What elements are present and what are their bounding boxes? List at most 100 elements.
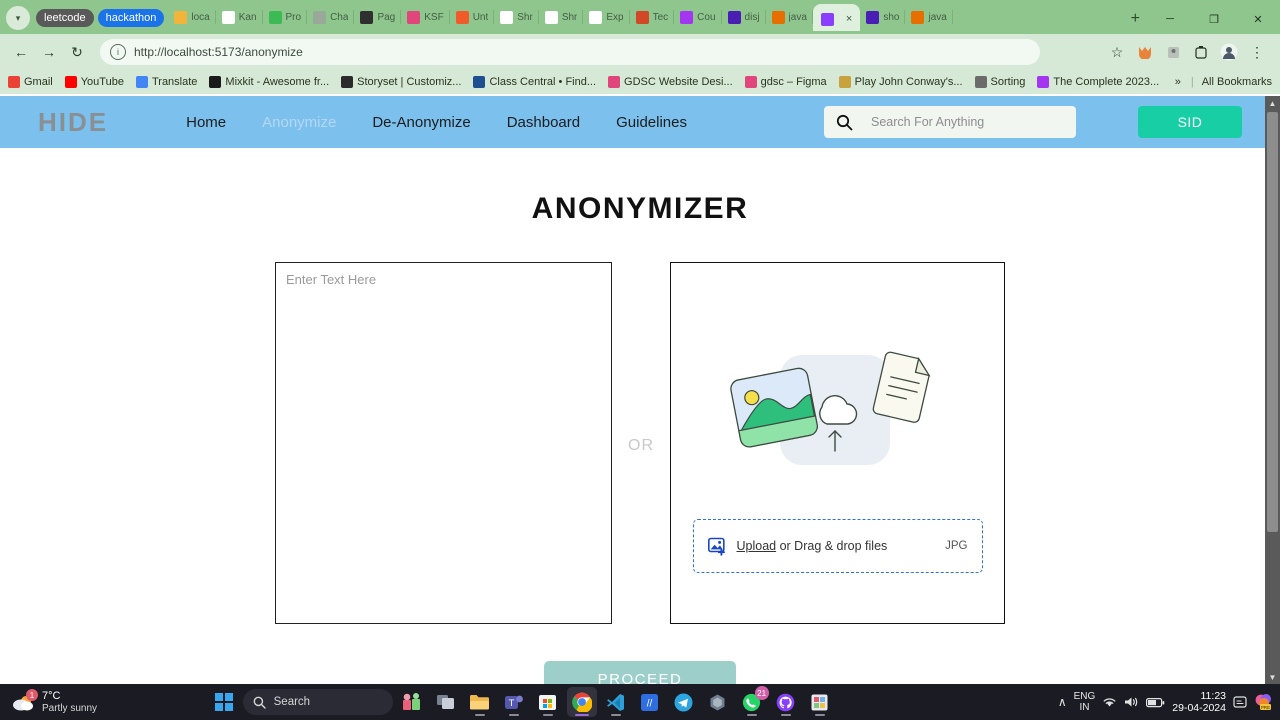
- browser-tab[interactable]: KSF: [401, 3, 450, 31]
- upload-panel[interactable]: Upload or Drag & drop files JPG: [670, 262, 1005, 624]
- taskbar-app-telegram[interactable]: [669, 687, 699, 717]
- browser-tab[interactable]: Shr: [539, 3, 584, 31]
- browser-tab[interactable]: java: [905, 3, 953, 31]
- browser-tab[interactable]: Pro: [263, 3, 308, 31]
- nav-link-anonymize[interactable]: Anonymize: [262, 114, 336, 131]
- browser-tab[interactable]: Exp: [583, 3, 630, 31]
- tab-group-hackathon[interactable]: hackathon: [97, 9, 165, 27]
- browser-toolbar: ← → ↻ i http://localhost:5173/anonymize …: [0, 34, 1280, 70]
- bookmark-item[interactable]: Translate: [135, 76, 197, 88]
- taskbar-app-vs-code[interactable]: [601, 687, 631, 717]
- taskbar-weather-widget[interactable]: 1 7°C Partly sunny: [10, 689, 97, 715]
- battery-extension-icon[interactable]: [1188, 39, 1214, 65]
- browser-tab[interactable]: Tec: [630, 3, 675, 31]
- notification-icon[interactable]: [1233, 695, 1247, 709]
- taskbar-app-file-explorer[interactable]: [465, 687, 495, 717]
- chrome-menu-icon[interactable]: ⋮: [1244, 39, 1270, 65]
- browser-tab[interactable]: Cou: [674, 3, 722, 31]
- drag-drop-zone[interactable]: Upload or Drag & drop files JPG: [692, 519, 983, 573]
- close-window-button[interactable]: ✕: [1236, 4, 1280, 34]
- bookmark-item[interactable]: Storyset | Customiz...: [341, 76, 461, 88]
- taskbar-app-whatsapp[interactable]: 21: [737, 686, 769, 717]
- tray-app-icon[interactable]: PRE: [1254, 693, 1274, 711]
- browser-tab[interactable]: disj: [722, 3, 766, 31]
- accepted-file-type: JPG: [945, 540, 968, 552]
- taskbar-app-microsoft-store[interactable]: [533, 687, 563, 717]
- scrollbar-down-arrow[interactable]: ▼: [1265, 670, 1280, 684]
- language-indicator[interactable]: ENG IN: [1074, 691, 1096, 713]
- taskbar-app-google-chrome[interactable]: [566, 687, 597, 717]
- account-button[interactable]: SID: [1138, 106, 1242, 138]
- bookmark-item[interactable]: The Complete 2023...: [1037, 76, 1159, 88]
- minimize-button[interactable]: ─: [1148, 4, 1192, 34]
- tab-group-leetcode[interactable]: leetcode: [36, 9, 94, 27]
- browser-tab[interactable]: sho: [860, 3, 906, 31]
- browser-tabstrip: ▾ leetcode hackathon loca Kan Pro Cha Pag KSF…: [0, 0, 1280, 34]
- taskbar-app-github-desktop[interactable]: [771, 687, 801, 717]
- browser-tab[interactable]: Kan: [216, 3, 263, 31]
- bookmarks-overflow-icon[interactable]: »: [1175, 76, 1181, 88]
- bookmark-item[interactable]: Class Central • Find...: [473, 76, 596, 88]
- browser-tab[interactable]: Cha: [307, 3, 355, 31]
- browser-tab[interactable]: java: [766, 3, 813, 31]
- tabstrip-chevron-icon[interactable]: ▾: [6, 6, 30, 30]
- wifi-icon[interactable]: [1102, 696, 1117, 708]
- scrollbar-up-arrow[interactable]: ▲: [1265, 96, 1280, 110]
- info-icon[interactable]: i: [110, 44, 126, 60]
- nav-link-home[interactable]: Home: [186, 114, 226, 131]
- bookmark-item[interactable]: Play John Conway's...: [838, 76, 963, 88]
- page-scrollbar[interactable]: ▲ ▼: [1265, 96, 1280, 684]
- browser-tab[interactable]: Unt: [450, 3, 495, 31]
- browser-tab[interactable]: ×: [812, 4, 861, 34]
- search-input[interactable]: [871, 115, 1064, 129]
- bookmark-item[interactable]: GDSC Website Desi...: [608, 76, 733, 88]
- browser-tab[interactable]: Shr: [494, 3, 539, 31]
- bookmarks-bar: Gmail YouTube Translate Mixkit - Awesome fr…: [0, 70, 1280, 94]
- address-bar-url: http://localhost:5173/anonymize: [134, 45, 303, 59]
- taskbar-app-microsoft-teams[interactable]: T: [499, 687, 529, 717]
- weather-temperature: 7°C: [42, 689, 61, 702]
- taskbar-app-widgets-gift[interactable]: [397, 687, 427, 717]
- volume-icon[interactable]: [1124, 696, 1139, 708]
- browser-tab[interactable]: Pag: [354, 3, 402, 31]
- site-logo[interactable]: HIDE: [38, 107, 108, 138]
- address-bar[interactable]: i http://localhost:5173/anonymize: [100, 39, 1040, 65]
- taskbar-app-snipping-tool[interactable]: [805, 687, 835, 717]
- taskbar-app-task-view[interactable]: [431, 687, 461, 717]
- text-input-textarea[interactable]: [275, 262, 612, 624]
- reload-icon[interactable]: ↻: [64, 39, 90, 65]
- site-search-box[interactable]: [824, 106, 1076, 138]
- bookmark-item[interactable]: Sorting: [974, 76, 1025, 88]
- scrollbar-thumb[interactable]: [1267, 112, 1278, 532]
- forward-icon[interactable]: →: [36, 39, 62, 65]
- maximize-button[interactable]: ❐: [1192, 4, 1236, 34]
- page-title: ANONYMIZER: [531, 192, 749, 225]
- bookmark-item[interactable]: gdsc – Figma: [744, 76, 827, 88]
- window-controls: ─ ❐ ✕: [1148, 4, 1280, 34]
- nav-link-dashboard[interactable]: Dashboard: [507, 114, 580, 131]
- extension-fox-icon[interactable]: [1132, 39, 1158, 65]
- bookmark-item[interactable]: Mixkit - Awesome fr...: [209, 76, 329, 88]
- battery-icon[interactable]: [1146, 697, 1165, 708]
- bookmark-label: The Complete 2023...: [1053, 76, 1160, 88]
- extension-icon[interactable]: [1160, 39, 1186, 65]
- taskbar-clock[interactable]: 11:23 29-04-2024: [1172, 690, 1226, 714]
- proceed-button[interactable]: PROCEED: [544, 661, 736, 684]
- nav-link-de-anonymize[interactable]: De-Anonymize: [372, 114, 470, 131]
- taskbar-search-box[interactable]: Search: [242, 689, 393, 715]
- taskbar-app-blue-app[interactable]: //: [635, 687, 665, 717]
- nav-link-guidelines[interactable]: Guidelines: [616, 114, 687, 131]
- bookmark-item[interactable]: Gmail: [8, 76, 53, 88]
- tray-chevron-icon[interactable]: ∧: [1058, 695, 1067, 709]
- browser-tab[interactable]: loca: [168, 3, 216, 31]
- bookmark-star-icon[interactable]: ☆: [1104, 39, 1130, 65]
- windows-start-icon[interactable]: [209, 687, 239, 717]
- tab-close-icon[interactable]: ×: [846, 13, 852, 25]
- profile-avatar[interactable]: [1216, 39, 1242, 65]
- back-icon[interactable]: ←: [8, 39, 34, 65]
- weather-partly-sunny-icon: 1: [10, 689, 38, 715]
- microsoft-teams-icon: T: [504, 693, 524, 712]
- taskbar-app-copilot[interactable]: [703, 687, 733, 717]
- bookmark-item[interactable]: YouTube: [64, 76, 124, 88]
- upload-link[interactable]: Upload: [737, 539, 777, 553]
